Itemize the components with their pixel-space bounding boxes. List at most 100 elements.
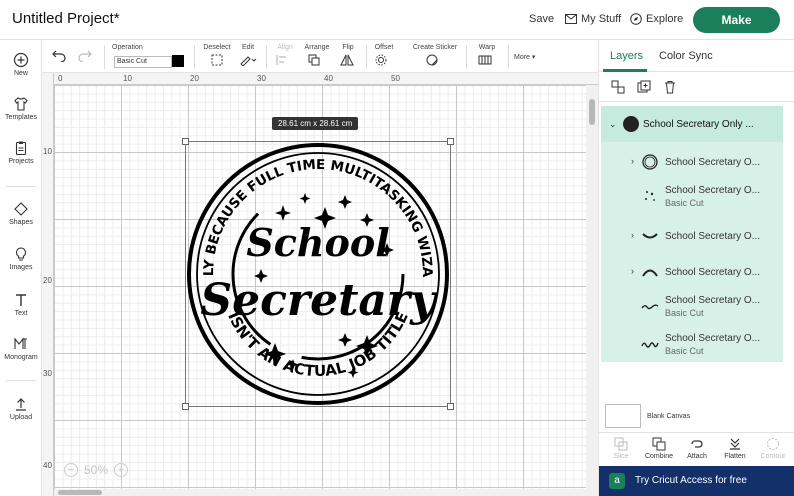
selection-box[interactable] <box>185 141 451 407</box>
combine-button[interactable]: Combine <box>641 437 677 460</box>
attach-button[interactable]: Attach <box>679 437 715 460</box>
action-label: Combine <box>644 453 673 460</box>
contour-icon <box>767 438 779 450</box>
deselect-label: Deselect <box>203 44 231 51</box>
layer-group-name: School Secretary Only ... <box>643 119 754 130</box>
scroll-thumb[interactable] <box>589 99 595 125</box>
sidebar-label: Shapes <box>9 219 33 226</box>
warp-button[interactable]: Warp <box>474 44 500 66</box>
sidebar-item-text[interactable]: Text <box>0 292 42 317</box>
save-button[interactable]: Save <box>529 13 554 25</box>
chevron-down-icon[interactable]: ⌄ <box>609 119 617 130</box>
zoom-control: − 50% + <box>64 463 129 477</box>
layer-row[interactable]: School Secretary O... Basic Cut <box>601 290 783 322</box>
blank-canvas-swatch[interactable] <box>605 404 641 428</box>
ruler-tick: 40 <box>324 74 333 83</box>
zoom-out-button[interactable]: − <box>64 463 78 477</box>
operation-label: Operation <box>112 44 143 51</box>
resize-handle-bottom-right[interactable] <box>447 403 454 410</box>
chevron-right-icon[interactable]: › <box>631 266 634 276</box>
sidebar-item-projects[interactable]: Projects <box>0 140 42 165</box>
resize-handle-top-right[interactable] <box>447 138 454 145</box>
scroll-thumb[interactable] <box>58 490 102 495</box>
create-sticker-button[interactable]: Create Sticker <box>412 44 458 66</box>
plus-circle-icon <box>13 52 29 68</box>
vertical-scrollbar[interactable] <box>586 85 598 496</box>
deselect-button[interactable]: Deselect <box>202 44 232 66</box>
toolbar-divider <box>508 45 509 69</box>
ruler-tick: 50 <box>391 74 400 83</box>
flatten-icon <box>730 438 740 450</box>
arrange-button[interactable]: Arrange <box>304 44 330 66</box>
layer-row[interactable]: › School Secretary O... <box>601 220 783 252</box>
resize-handle-top-left[interactable] <box>182 138 189 145</box>
duplicate-icon[interactable] <box>637 80 651 94</box>
edit-button[interactable]: Edit <box>236 44 260 66</box>
explore-button[interactable]: Explore <box>630 13 683 25</box>
panel-tabs: Layers Color Sync <box>599 40 794 72</box>
bottom-arc-thumbnail-icon <box>642 233 658 239</box>
layer-row[interactable]: › School Secretary O... <box>601 146 783 178</box>
layer-row[interactable]: School Secretary O... Basic Cut <box>601 180 783 212</box>
make-button[interactable]: Make <box>693 7 780 33</box>
redo-icon[interactable] <box>78 50 92 62</box>
more-label: More <box>514 54 530 61</box>
sidebar-label: Templates <box>5 114 37 121</box>
design-canvas[interactable]: 0 10 20 30 40 50 10 20 30 40 28.61 cm x … <box>42 73 598 496</box>
chevron-right-icon[interactable]: › <box>631 156 634 166</box>
top-arc-thumbnail-icon <box>642 269 658 277</box>
sidebar-item-monogram[interactable]: Monogram <box>0 336 42 361</box>
sidebar-item-templates[interactable]: Templates <box>0 96 42 121</box>
trash-icon[interactable] <box>663 80 677 94</box>
layers-list: ⌄ School Secretary Only ... › School Sec… <box>601 106 783 362</box>
action-label: Attach <box>687 453 707 460</box>
secretary-text-thumbnail-icon <box>641 342 659 348</box>
group-icon[interactable] <box>611 80 625 94</box>
sidebar-item-new[interactable]: New <box>0 52 42 77</box>
attach-icon <box>691 440 703 448</box>
tab-color-sync[interactable]: Color Sync <box>659 50 713 62</box>
color-swatch[interactable] <box>172 55 184 67</box>
ruler-tick: 30 <box>43 369 52 378</box>
undo-icon[interactable] <box>52 50 66 62</box>
dimension-tag: 28.61 cm x 28.61 cm <box>272 117 359 130</box>
operation-select[interactable]: Basic Cut <box>114 56 172 68</box>
ruler-tick: 20 <box>43 276 52 285</box>
more-button[interactable]: More ▾ <box>514 53 535 61</box>
arrange-icon <box>308 54 320 66</box>
align-label: Align <box>277 44 293 51</box>
layer-tools <box>599 72 794 102</box>
layer-name: School Secretary O... <box>665 295 761 306</box>
ruler-left: 10 20 30 40 <box>42 73 54 496</box>
warp-label: Warp <box>478 44 496 51</box>
sidebar-item-upload[interactable]: Upload <box>0 396 42 421</box>
layer-row[interactable]: School Secretary O... Basic Cut <box>601 328 783 360</box>
offset-button[interactable]: Offset <box>372 44 396 66</box>
align-button[interactable]: Align <box>274 44 296 66</box>
layer-row[interactable]: › School Secretary O... <box>601 256 783 288</box>
ruler-tick: 10 <box>123 74 132 83</box>
zoom-in-button[interactable]: + <box>114 463 129 477</box>
sidebar-item-shapes[interactable]: Shapes <box>0 201 42 226</box>
monogram-icon <box>14 337 27 349</box>
chevron-right-icon[interactable]: › <box>631 230 634 240</box>
flatten-button[interactable]: Flatten <box>717 437 753 460</box>
layer-group-row[interactable]: ⌄ School Secretary Only ... <box>601 106 783 142</box>
toolbar-divider <box>104 45 105 69</box>
resize-handle-bottom-left[interactable] <box>182 403 189 410</box>
toolbar-divider <box>194 45 195 69</box>
sidebar-divider <box>6 380 36 381</box>
align-icon <box>276 55 286 65</box>
tab-layers[interactable]: Layers <box>610 50 643 62</box>
horizontal-scrollbar[interactable] <box>54 489 586 496</box>
project-title[interactable]: Untitled Project* <box>12 10 120 27</box>
my-stuff-button[interactable]: My Stuff <box>565 13 621 25</box>
flip-button[interactable]: Flip <box>338 44 358 66</box>
my-stuff-label: My Stuff <box>581 13 622 25</box>
text-icon <box>16 294 26 306</box>
sidebar-item-images[interactable]: Images <box>0 246 42 271</box>
cricut-access-banner[interactable]: a Try Cricut Access for free <box>599 466 794 496</box>
action-label: Slice <box>613 453 629 460</box>
slice-button[interactable]: Slice <box>603 437 639 460</box>
contour-button[interactable]: Contour <box>755 437 791 460</box>
